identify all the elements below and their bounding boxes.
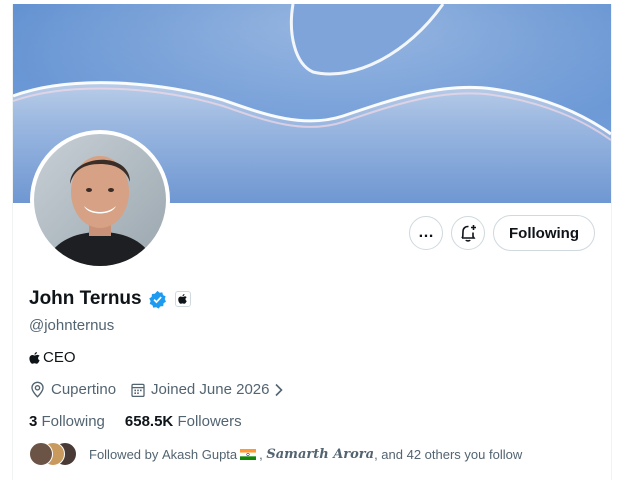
- location-pin-icon: [31, 381, 44, 398]
- profile-actions: … Following: [409, 215, 595, 251]
- followers-label: Followers: [177, 413, 242, 430]
- profile-bio: CEO: [29, 349, 76, 366]
- avatar-photo: [34, 134, 166, 266]
- avatar: [29, 442, 53, 466]
- india-flag-icon: [240, 448, 257, 460]
- following-button[interactable]: Following: [493, 215, 595, 251]
- verified-badge-icon[interactable]: [148, 290, 167, 309]
- calendar-icon: [131, 383, 145, 397]
- bell-plus-icon: [461, 225, 477, 242]
- followed-by-row[interactable]: Followed by Akash Gupta , Samarth Arora …: [29, 442, 522, 466]
- apple-logo-icon: [29, 351, 40, 364]
- followed-by-suffix: , and 42 others you follow: [374, 446, 523, 462]
- following-label: Following: [41, 413, 105, 430]
- followers-count: 658.5K: [124, 413, 174, 430]
- follower-name-1[interactable]: Akash Gupta: [162, 447, 237, 462]
- profile-meta: Cupertino Joined June 2026: [29, 381, 298, 398]
- apple-logo-icon: [178, 294, 187, 304]
- following-link[interactable]: 3 Following: [29, 413, 105, 430]
- follower-avatars: [29, 442, 79, 466]
- profile-card: … Following John Ternus @johnternus CEO …: [12, 4, 612, 480]
- followed-by-prefix: Followed by: [89, 446, 162, 462]
- display-name: John Ternus: [29, 288, 142, 309]
- name-row: John Ternus: [29, 288, 191, 310]
- location-item: Cupertino: [29, 381, 116, 398]
- follower-name-2[interactable]: Samarth Arora: [266, 447, 374, 462]
- affiliate-badge[interactable]: [174, 291, 191, 307]
- location-text: Cupertino: [51, 381, 117, 398]
- user-handle: @johnternus: [29, 317, 115, 334]
- comma: ,: [259, 446, 267, 462]
- bio-text: CEO: [43, 349, 76, 366]
- more-dots-icon: …: [418, 224, 435, 241]
- joined-text: Joined June 2026: [151, 381, 270, 398]
- more-options-button[interactable]: …: [409, 216, 444, 250]
- notifications-button[interactable]: [451, 216, 486, 250]
- chevron-right-icon: [275, 383, 284, 396]
- joined-item[interactable]: Joined June 2026: [130, 381, 284, 398]
- profile-avatar[interactable]: [30, 130, 170, 270]
- follow-stats: 3 Following 658.5K Followers: [29, 413, 242, 430]
- following-count: 3: [29, 413, 38, 430]
- followers-link[interactable]: 658.5K Followers: [125, 413, 242, 430]
